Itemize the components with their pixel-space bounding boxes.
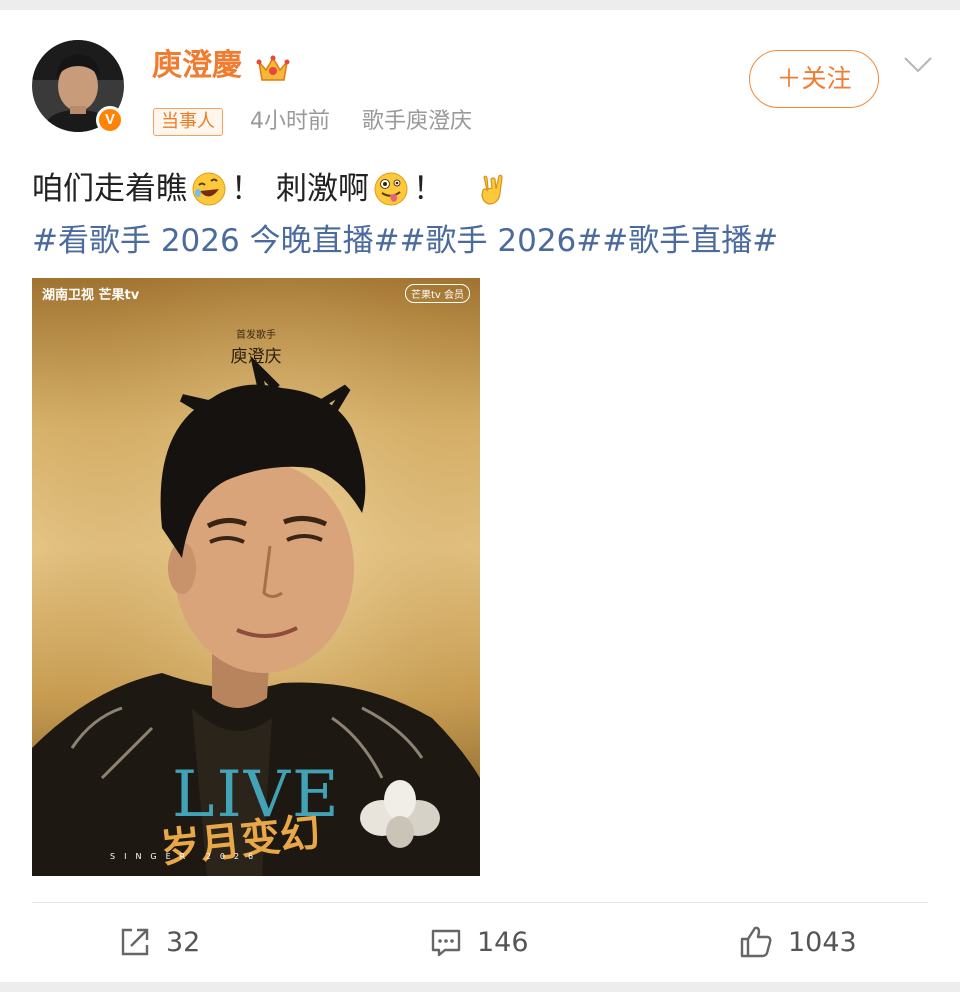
post-source: 歌手庾澄庆 — [362, 109, 473, 134]
post-text-exclamation-2: ！ — [413, 171, 444, 207]
hashtag-list: #看歌手 2026 今晚直播##歌手 2026##歌手直播# — [32, 217, 778, 265]
post-text: 咱们走着瞧 ！ 刺激啊 ！ — [32, 165, 514, 213]
post-image[interactable]: 湖南卫视 芒果tv 芒果tv 会员 首发歌手 庾澄庆 LIVE 岁月变幻 SIN… — [32, 278, 480, 876]
hashtag-link[interactable]: #看歌手 2026 今晚直播# — [32, 223, 400, 259]
username[interactable]: 庾澄慶 — [152, 46, 242, 86]
follow-button[interactable]: ＋关注 — [749, 50, 879, 108]
poster-subtitle: 首发歌手 — [236, 330, 276, 341]
post-text-part1: 咱们走着瞧 — [32, 171, 187, 207]
verified-badge-icon: V — [96, 106, 124, 134]
chevron-down-icon[interactable] — [903, 56, 933, 74]
comment-count: 146 — [477, 926, 529, 958]
post-text-part2: 刺激啊 — [276, 171, 369, 207]
party-tag: 当事人 — [153, 108, 223, 136]
repost-count: 32 — [166, 926, 201, 958]
comment-icon — [431, 929, 461, 957]
rolling-laughing-emoji-icon — [192, 172, 226, 206]
post-text-exclamation-1: ！ — [231, 171, 262, 207]
zany-face-emoji-icon — [374, 172, 408, 206]
poster-logos: 湖南卫视 芒果tv — [42, 288, 140, 303]
hashtag-link[interactable]: #歌手直播# — [602, 223, 778, 259]
weibo-post-card: V 庾澄慶 当事人 4小时前 歌手庾澄庆 ＋关注 咱们走着瞧 ！ 刺激啊 ！ #… — [0, 10, 960, 982]
repost-button[interactable]: 32 — [118, 922, 200, 962]
hashtag-link[interactable]: #歌手 2026# — [400, 223, 603, 259]
crown-icon — [256, 55, 290, 81]
thumbs-up-icon — [740, 926, 772, 958]
like-count: 1043 — [788, 926, 857, 958]
poster-member-badge: 芒果tv 会员 — [404, 284, 470, 303]
repost-icon — [121, 928, 149, 956]
comment-button[interactable]: 146 — [429, 922, 529, 962]
rock-hand-emoji-icon — [481, 174, 503, 205]
like-button[interactable]: 1043 — [738, 922, 857, 962]
divider — [32, 902, 928, 903]
poster-name: 庾澄庆 — [230, 347, 282, 367]
post-time: 4小时前 — [250, 109, 330, 134]
poster-singer-text: SINGER 2026 — [110, 852, 263, 861]
